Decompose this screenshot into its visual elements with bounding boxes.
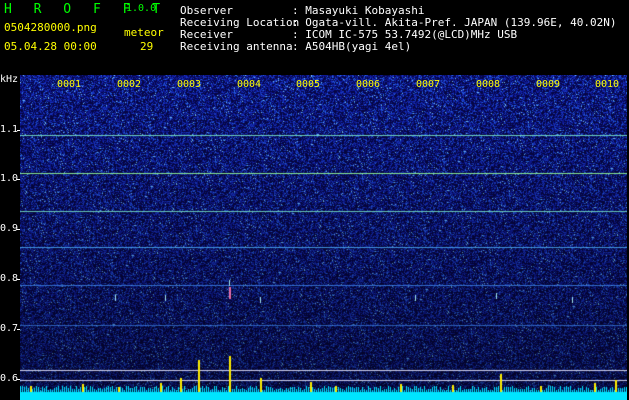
- tick-label: 0.6: [0, 373, 19, 384]
- receiver-value: : ICOM IC-575 53.7492(@LCD)MHz USB: [292, 28, 518, 41]
- tick-label: 1.0: [0, 173, 19, 184]
- tick-label: 0.7: [0, 323, 19, 334]
- observer-label: Observer: [180, 4, 233, 17]
- meteor-count: 29: [140, 40, 154, 53]
- minute-marker: 0009: [536, 79, 561, 90]
- minute-marker: 0006: [356, 79, 381, 90]
- file-name: 0504280000.png: [4, 21, 97, 34]
- date-time: 05.04.28 00:00: [4, 40, 97, 53]
- tick-label: 0.9: [0, 223, 19, 234]
- spectrogram-canvas: [20, 75, 627, 400]
- minute-marker: 0002: [117, 79, 142, 90]
- antenna-value: : A504HB(yagi 4el): [292, 40, 412, 53]
- meteor-label: meteor: [124, 26, 164, 39]
- tick-label: 0.8: [0, 273, 19, 284]
- minute-marker: 0004: [237, 79, 262, 90]
- antenna-label: Receiving antenna: [180, 40, 293, 53]
- observer-value: : Masayuki Kobayashi: [292, 4, 425, 17]
- location-label: Receiving Location: [180, 16, 300, 29]
- frequency-axis: kHz 1.1 1.0 0.9 0.8 0.7 0.6: [0, 74, 21, 400]
- minute-marker: 0005: [296, 79, 321, 90]
- minute-marker: 0003: [177, 79, 202, 90]
- tick-label: 1.1: [0, 124, 19, 135]
- receiver-label: Receiver: [180, 28, 233, 41]
- axis-unit-label: kHz: [0, 74, 19, 85]
- minute-marker: 0010: [595, 79, 620, 90]
- header-panel: H R O F F T 1.0.0 0504280000.png 05.04.2…: [0, 0, 629, 74]
- minute-marker: 0007: [416, 79, 441, 90]
- app-version: 1.0.0: [126, 3, 157, 14]
- location-value: : Ogata-vill. Akita-Pref. JAPAN (139.96E…: [292, 16, 617, 29]
- minute-marker: 0008: [476, 79, 501, 90]
- minute-marker: 0001: [57, 79, 82, 90]
